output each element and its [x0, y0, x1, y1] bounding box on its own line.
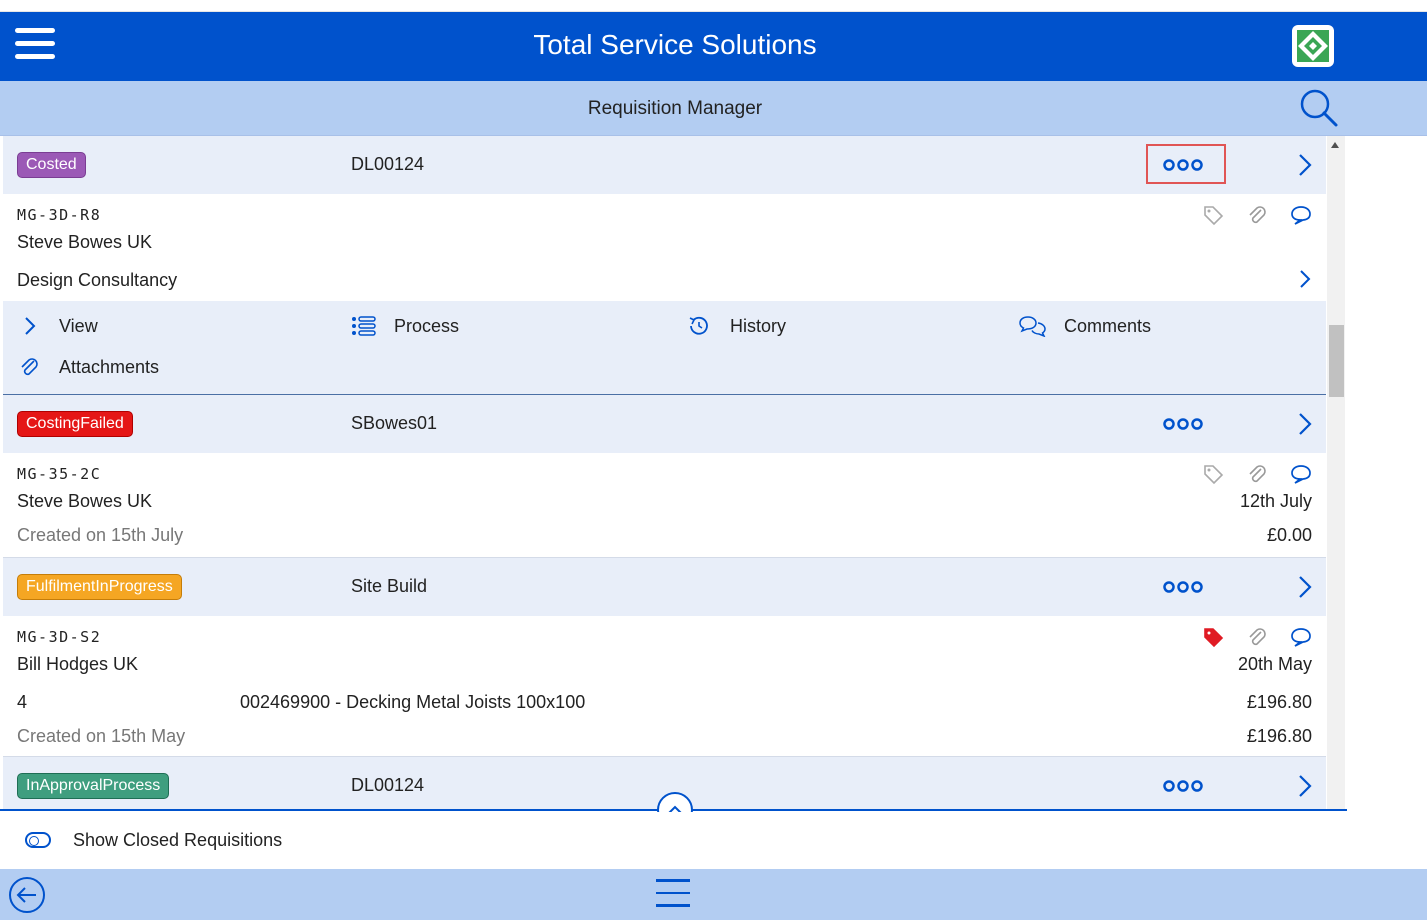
attachments-label: Attachments: [59, 356, 160, 377]
chevron-right-icon[interactable]: [1296, 773, 1314, 799]
scrollbar[interactable]: [1327, 136, 1345, 809]
more-options-icon[interactable]: [1161, 775, 1205, 797]
comments-label: Comments: [1064, 315, 1152, 336]
requisition-ref: DL00124: [351, 775, 425, 795]
comments-icon: [1019, 316, 1046, 337]
created-text: Created on 15th May: [17, 726, 186, 746]
app-footer: [0, 869, 1427, 920]
comment-icon[interactable]: [1290, 204, 1312, 226]
requisition-ref: Site Build: [351, 576, 428, 596]
page-title: Requisition Manager: [587, 98, 763, 119]
scroll-up-arrow-icon[interactable]: [1331, 142, 1339, 148]
view-label: View: [59, 315, 98, 336]
scrollbar-thumb[interactable]: [1329, 325, 1344, 397]
requisition-name: Steve Bowes UK: [17, 232, 153, 252]
paperclip-icon[interactable]: [1246, 463, 1268, 485]
top-strip: [0, 0, 1427, 12]
view-action[interactable]: View: [17, 315, 98, 337]
paperclip-icon: [21, 358, 38, 376]
app-logo-icon[interactable]: [1292, 25, 1334, 67]
requisition-body[interactable]: MG-3D-S2 Bill Hodges UK 20th May 4 00246…: [3, 616, 1326, 757]
requisition-date: 20th May: [1237, 654, 1312, 674]
process-action[interactable]: Process: [350, 315, 459, 337]
toggle-row: Show Closed Requisitions: [0, 812, 1427, 869]
requisition-body[interactable]: MG-3D-R8 Steve Bowes UK Design Consultan…: [3, 194, 1326, 301]
requisition-detail: Design Consultancy: [17, 270, 178, 290]
comment-icon[interactable]: [1290, 626, 1312, 648]
created-text: Created on 15th July: [17, 525, 184, 545]
chevron-right-icon[interactable]: [1296, 152, 1314, 178]
more-options-icon[interactable]: [1161, 576, 1205, 598]
process-list-icon: [352, 316, 376, 336]
requisition-list[interactable]: Costed DL00124 MG-3D-R8 Steve Bowes UK D…: [3, 136, 1326, 809]
requisition-amount: £0.00: [1266, 525, 1312, 545]
history-action[interactable]: History: [686, 315, 786, 337]
requisition-header[interactable]: CostingFailed SBowes01: [3, 395, 1326, 453]
process-label: Process: [394, 315, 460, 336]
requisition-header[interactable]: FulfilmentInProgress Site Build: [3, 558, 1326, 616]
comments-action[interactable]: Comments: [1018, 315, 1151, 337]
row-icons: [1202, 626, 1312, 648]
footer-menu-icon[interactable]: [656, 879, 690, 909]
sub-header: Requisition Manager: [0, 81, 1427, 136]
action-panel: View Process History Comments Attachment…: [3, 301, 1326, 395]
requisition-header[interactable]: Costed DL00124: [3, 136, 1326, 194]
paperclip-icon[interactable]: [1246, 626, 1268, 648]
history-label: History: [730, 315, 787, 336]
chevron-right-icon: [25, 317, 36, 335]
requisition-name: Bill Hodges UK: [17, 654, 139, 674]
attachments-action[interactable]: Attachments: [17, 356, 159, 378]
line-amount: £196.80: [1246, 692, 1312, 712]
line-item: 002469900 - Decking Metal Joists 100x100: [240, 692, 586, 712]
paperclip-icon[interactable]: [1246, 204, 1268, 226]
requisition-code: MG-35-2C: [17, 465, 102, 483]
tag-icon[interactable]: [1202, 626, 1224, 648]
row-icons: [1202, 463, 1312, 485]
status-badge: Costed: [17, 152, 86, 178]
line-quantity: 4: [17, 692, 28, 712]
chevron-right-icon[interactable]: [1296, 411, 1314, 437]
requisition-name: Steve Bowes UK: [17, 491, 153, 511]
status-badge: InApprovalProcess: [17, 773, 170, 799]
back-arrow-icon[interactable]: [8, 876, 46, 914]
row-icons: [1202, 204, 1312, 226]
tag-icon[interactable]: [1202, 204, 1224, 226]
app-header: Total Service Solutions: [0, 12, 1427, 81]
status-badge: CostingFailed: [17, 411, 133, 437]
chevron-right-icon[interactable]: [1296, 574, 1314, 600]
chevron-right-icon[interactable]: [1298, 268, 1312, 290]
requisition-code: MG-3D-S2: [17, 628, 102, 646]
requisition-amount: £196.80: [1246, 726, 1312, 746]
requisition-ref: SBowes01: [351, 413, 438, 433]
tag-icon[interactable]: [1202, 463, 1224, 485]
toggle-label: Show Closed Requisitions: [73, 830, 283, 850]
search-icon[interactable]: [1297, 86, 1341, 130]
history-icon: [689, 316, 708, 335]
requisition-ref: DL00124: [351, 154, 425, 174]
more-options-icon[interactable]: [1161, 154, 1205, 176]
app-title: Total Service Solutions: [533, 29, 817, 60]
requisition-code: MG-3D-R8: [17, 206, 102, 224]
requisition-date: 12th July: [1239, 491, 1312, 511]
show-closed-toggle[interactable]: [25, 832, 51, 848]
requisition-body[interactable]: MG-35-2C Steve Bowes UK 12th July Create…: [3, 453, 1326, 558]
more-options-icon[interactable]: [1161, 413, 1205, 435]
status-badge: FulfilmentInProgress: [17, 574, 182, 600]
comment-icon[interactable]: [1290, 463, 1312, 485]
